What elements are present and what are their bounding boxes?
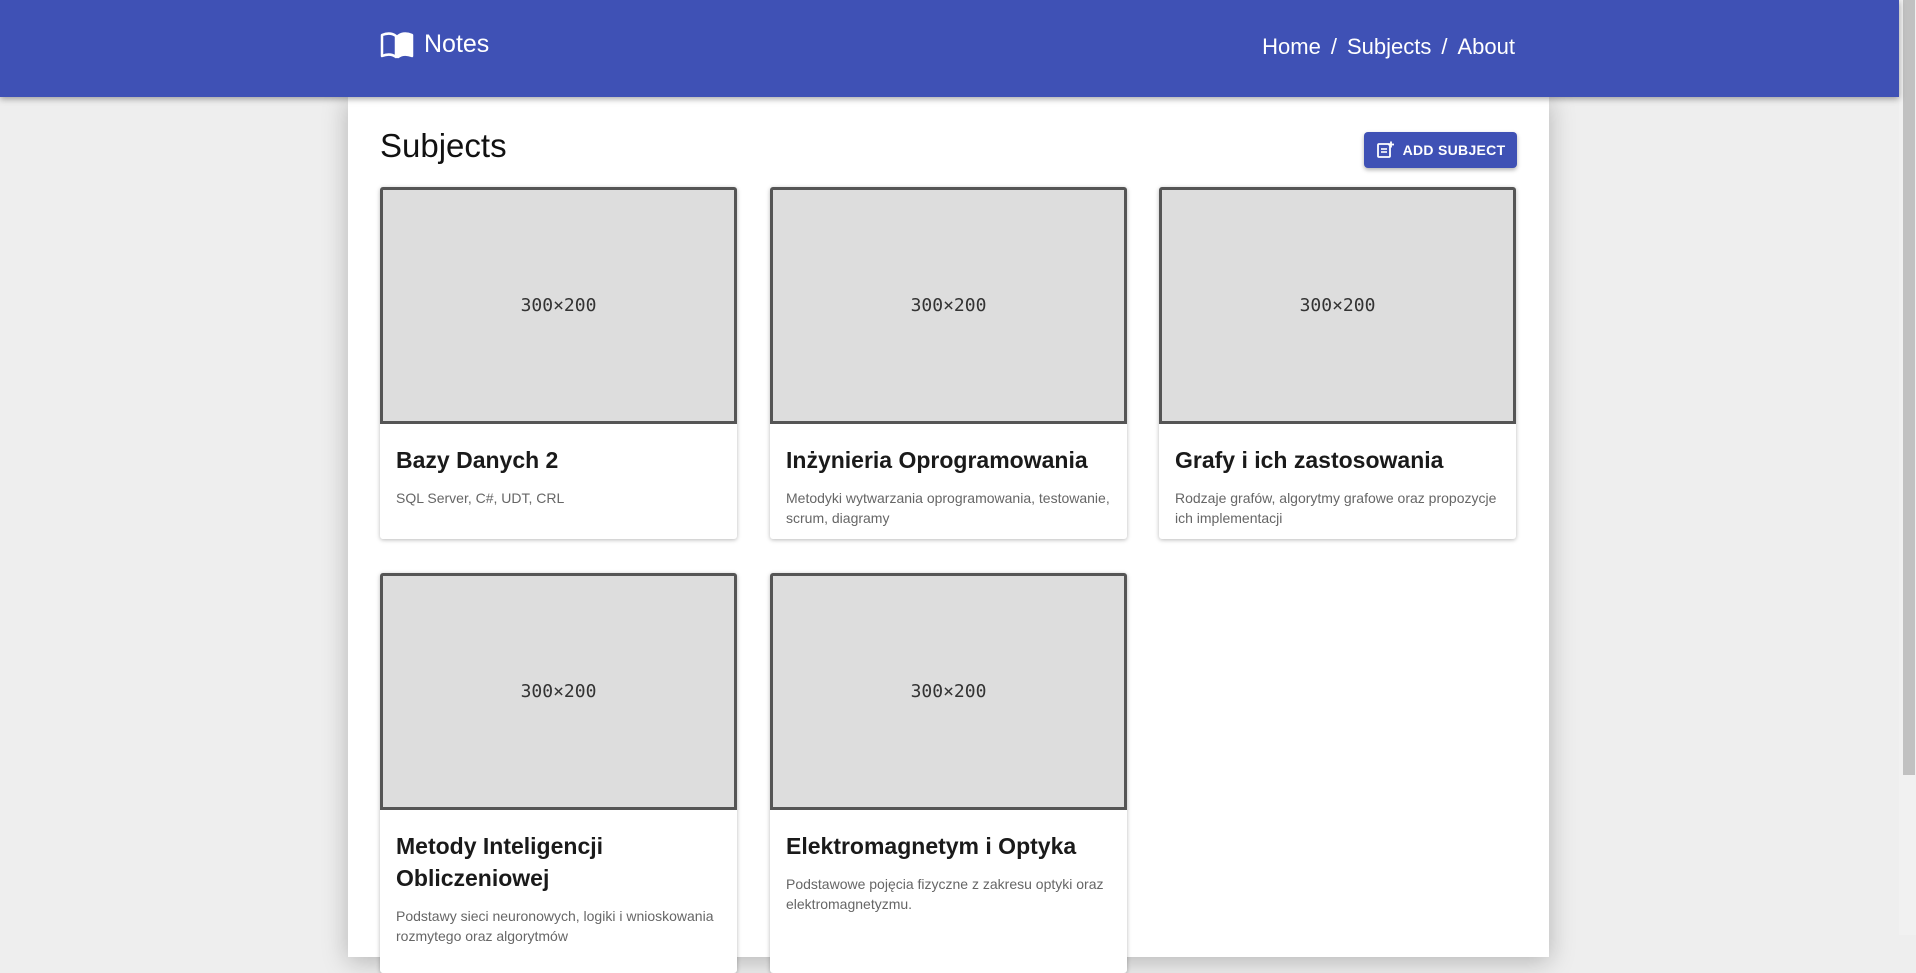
card-title: Grafy i ich zastosowania <box>1175 447 1444 473</box>
content-paper: Subjects ADD SUBJECT 300×200 Bazy Danych… <box>348 97 1549 973</box>
card-title: Elektromagnetym i Optyka <box>786 833 1077 859</box>
card-description: SQL Server, C#, UDT, CRL <box>396 490 565 506</box>
card-title: Metody Inteligencji Obliczeniowej <box>396 833 604 891</box>
subject-card[interactable]: 300×200 Inżynieria Oprogramowania Metody… <box>770 187 1127 539</box>
card-description: Metodyki wytwarzania oprogramowania, tes… <box>786 490 1110 526</box>
app-title: Notes <box>424 30 490 58</box>
breadcrumb-nav: Home / Subjects / About <box>1262 34 1515 60</box>
book-open-icon <box>380 31 414 58</box>
scrollbar-thumb[interactable] <box>1903 0 1915 775</box>
vertical-scrollbar[interactable] <box>1899 0 1916 935</box>
page-title: Subjects <box>380 127 507 164</box>
nav-subjects[interactable]: Subjects <box>1347 34 1431 60</box>
nav-about[interactable]: About <box>1458 34 1516 60</box>
card-image-placeholder: 300×200 <box>380 187 737 424</box>
card-description: Podstawy sieci neuronowych, logiki i wni… <box>396 908 714 944</box>
brand[interactable]: Notes <box>380 30 489 59</box>
add-subject-label: ADD SUBJECT <box>1402 142 1506 158</box>
note-add-icon <box>1376 141 1394 158</box>
card-title: Bazy Danych 2 <box>396 447 559 473</box>
add-subject-button[interactable]: ADD SUBJECT <box>1364 132 1517 168</box>
card-image-placeholder: 300×200 <box>770 573 1127 810</box>
subject-card[interactable]: 300×200 Elektromagnetym i Optyka Podstaw… <box>770 573 1127 973</box>
card-image-placeholder: 300×200 <box>380 573 737 810</box>
subject-card[interactable]: 300×200 Bazy Danych 2 SQL Server, C#, UD… <box>380 187 737 539</box>
card-title: Inżynieria Oprogramowania <box>786 447 1088 473</box>
card-image-placeholder: 300×200 <box>1159 187 1516 424</box>
card-description: Podstawowe pojęcia fizyczne z zakresu op… <box>786 876 1104 912</box>
subject-card[interactable]: 300×200 Metody Inteligencji Obliczeniowe… <box>380 573 737 973</box>
card-image-placeholder: 300×200 <box>770 187 1127 424</box>
nav-separator: / <box>1441 34 1448 59</box>
nav-separator: / <box>1330 34 1337 59</box>
subject-card[interactable]: 300×200 Grafy i ich zastosowania Rodzaje… <box>1159 187 1516 539</box>
nav-home[interactable]: Home <box>1262 34 1321 60</box>
card-description: Rodzaje grafów, algorytmy grafowe oraz p… <box>1175 490 1497 526</box>
app-bar: Notes Home / Subjects / About <box>0 0 1899 97</box>
